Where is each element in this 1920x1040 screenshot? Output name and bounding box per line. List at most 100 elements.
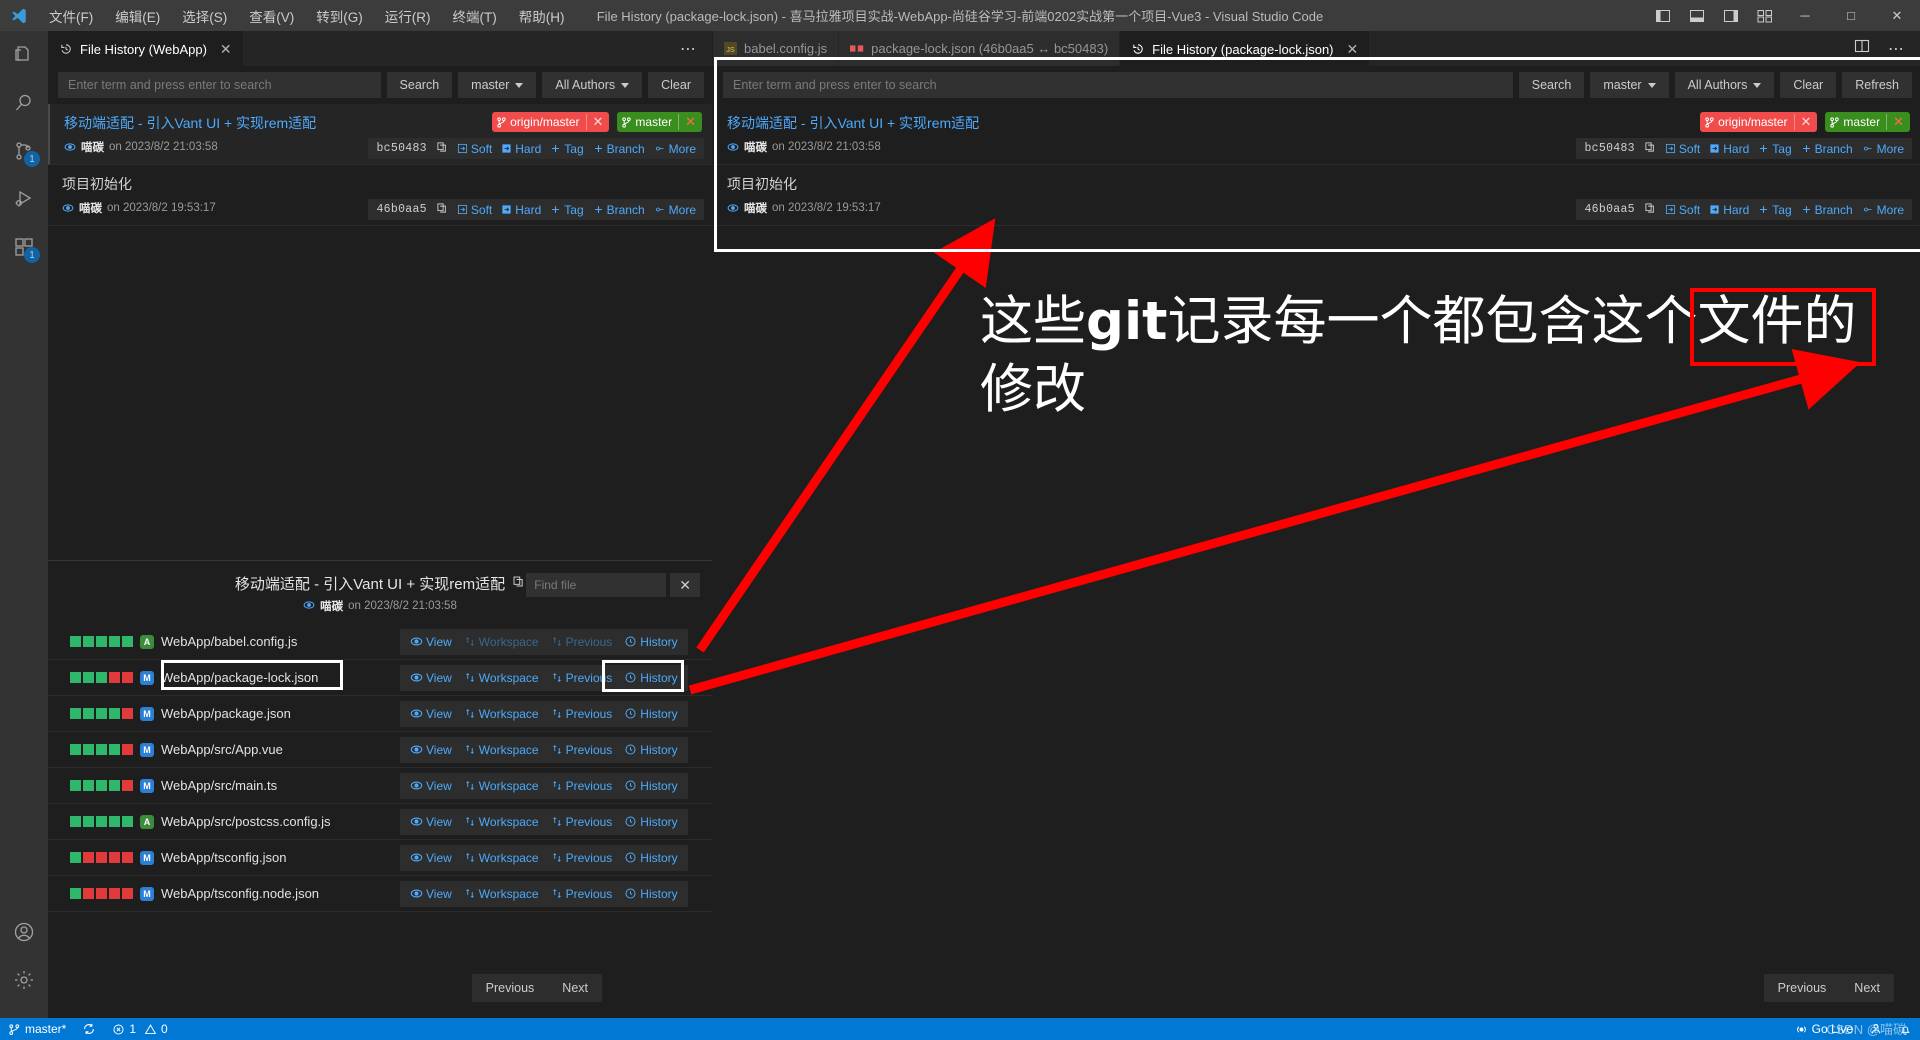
workspace-button[interactable]: Workspace — [464, 851, 539, 865]
tab-close-icon[interactable]: ✕ — [220, 41, 232, 58]
refresh-button[interactable]: Refresh — [1842, 72, 1912, 98]
commit-row[interactable]: 项目初始化 喵碳 on 2023/8/2 19:53:17 46b0aa5 So… — [713, 165, 1920, 226]
status-sync[interactable] — [74, 1018, 104, 1040]
file-row[interactable]: A WebApp/src/postcss.config.js View Workspa… — [48, 804, 712, 840]
menu-file[interactable]: 文件(F) — [38, 3, 104, 29]
add-tag-button[interactable]: Tag — [1758, 142, 1792, 156]
menu-view[interactable]: 查看(V) — [238, 3, 305, 29]
previous-button[interactable]: Previous — [551, 635, 612, 649]
add-branch-button[interactable]: Branch — [593, 203, 645, 217]
toggle-secondary-sidebar-icon[interactable] — [1714, 0, 1748, 31]
menu-terminal[interactable]: 终端(T) — [442, 3, 508, 29]
previous-button[interactable]: Previous — [1764, 974, 1841, 1002]
more-actions-button[interactable]: More — [654, 203, 696, 217]
add-tag-button[interactable]: Tag — [550, 142, 584, 156]
file-row[interactable]: M WebApp/package.json View Workspace Previou… — [48, 696, 712, 732]
previous-button[interactable]: Previous — [551, 779, 612, 793]
ref-badge-remote[interactable]: origin/master ✕ — [1700, 112, 1818, 132]
next-button[interactable]: Next — [548, 974, 602, 1002]
tab-overflow-icon[interactable]: ⋯ — [672, 39, 704, 59]
history-button[interactable]: History — [624, 671, 678, 685]
toggle-primary-sidebar-icon[interactable] — [1646, 0, 1680, 31]
add-branch-button[interactable]: Branch — [1801, 203, 1853, 217]
hard-reset-button[interactable]: Hard — [1709, 142, 1749, 156]
soft-reset-button[interactable]: Soft — [457, 142, 492, 156]
history-button[interactable]: History — [624, 851, 678, 865]
clear-button[interactable]: Clear — [648, 72, 704, 98]
file-row[interactable]: M WebApp/tsconfig.json View Workspace Previo… — [48, 840, 712, 876]
ref-close-icon[interactable]: ✕ — [1886, 114, 1910, 130]
ref-close-icon[interactable]: ✕ — [1793, 114, 1818, 130]
file-row[interactable]: M WebApp/src/main.ts View Workspace Previous… — [48, 768, 712, 804]
status-feedback-icon[interactable] — [1861, 1018, 1891, 1040]
customize-layout-icon[interactable] — [1748, 0, 1782, 31]
more-actions-button[interactable]: More — [654, 142, 696, 156]
view-button[interactable]: View — [410, 779, 452, 793]
editor-more-actions-icon[interactable]: ⋯ — [1880, 39, 1912, 59]
account-icon[interactable] — [0, 908, 48, 956]
find-file-input[interactable] — [526, 573, 667, 597]
previous-button[interactable]: Previous — [551, 851, 612, 865]
add-tag-button[interactable]: Tag — [550, 203, 584, 217]
status-problems[interactable]: 1 0 — [104, 1018, 175, 1040]
history-button[interactable]: History — [624, 707, 678, 721]
ref-close-icon[interactable]: ✕ — [678, 114, 702, 130]
previous-button[interactable]: Previous — [551, 887, 612, 901]
commit-row[interactable]: 移动端适配 - 引入Vant UI + 实现rem适配 喵碳 on 2023/8… — [48, 104, 712, 165]
view-button[interactable]: View — [410, 851, 452, 865]
commit-row[interactable]: 移动端适配 - 引入Vant UI + 实现rem适配 喵碳 on 2023/8… — [713, 104, 1920, 165]
view-button[interactable]: View — [410, 671, 452, 685]
window-controls[interactable]: ─ □ ✕ — [1646, 0, 1920, 31]
author-selector-button[interactable]: All Authors — [1674, 72, 1775, 98]
copy-hash-icon[interactable] — [436, 140, 448, 158]
history-button[interactable]: History — [624, 815, 678, 829]
menu-edit[interactable]: 编辑(E) — [104, 3, 171, 29]
workspace-button[interactable]: Workspace — [464, 671, 539, 685]
view-button[interactable]: View — [410, 815, 452, 829]
sidebar-item-explorer[interactable] — [0, 31, 48, 79]
hard-reset-button[interactable]: Hard — [501, 203, 541, 217]
author-selector-button[interactable]: All Authors — [542, 72, 643, 98]
add-branch-button[interactable]: Branch — [593, 142, 645, 156]
toggle-panel-icon[interactable] — [1680, 0, 1714, 31]
copy-hash-icon[interactable] — [436, 201, 448, 219]
view-button[interactable]: View — [410, 887, 452, 901]
menu-selection[interactable]: 选择(S) — [171, 3, 238, 29]
sidebar-item-search[interactable] — [0, 79, 48, 127]
find-clear-icon[interactable]: ✕ — [670, 573, 700, 597]
menu-run[interactable]: 运行(R) — [374, 3, 442, 29]
ref-badge-remote[interactable]: origin/master ✕ — [492, 112, 610, 132]
more-actions-button[interactable]: More — [1862, 142, 1904, 156]
workspace-button[interactable]: Workspace — [464, 707, 539, 721]
hard-reset-button[interactable]: Hard — [501, 142, 541, 156]
view-button[interactable]: View — [410, 635, 452, 649]
menu-bar[interactable]: 文件(F) 编辑(E) 选择(S) 查看(V) 转到(G) 运行(R) 终端(T… — [38, 3, 576, 29]
soft-reset-button[interactable]: Soft — [457, 203, 492, 217]
status-branch[interactable]: master* — [0, 1018, 74, 1040]
history-button[interactable]: History — [624, 743, 678, 757]
soft-reset-button[interactable]: Soft — [1665, 142, 1700, 156]
workspace-button[interactable]: Workspace — [464, 779, 539, 793]
hard-reset-button[interactable]: Hard — [1709, 203, 1749, 217]
bell-icon[interactable] — [1891, 1018, 1920, 1040]
copy-hash-icon[interactable] — [1644, 140, 1656, 158]
ref-close-icon[interactable]: ✕ — [585, 114, 610, 130]
previous-button[interactable]: Previous — [551, 743, 612, 757]
file-row[interactable]: M WebApp/src/App.vue View Workspace Previous… — [48, 732, 712, 768]
add-tag-button[interactable]: Tag — [1758, 203, 1792, 217]
copy-hash-icon[interactable] — [1644, 201, 1656, 219]
sidebar-item-run-and-debug[interactable] — [0, 175, 48, 223]
tab-package-lock-diff[interactable]: package-lock.json (46b0aa5 ↔ bc50483) — [839, 31, 1121, 66]
file-row[interactable]: M WebApp/tsconfig.node.json View Workspace P… — [48, 876, 712, 912]
tab-file-history-package-lock[interactable]: File History (package-lock.json) ✕ — [1120, 31, 1371, 66]
history-button[interactable]: History — [624, 887, 678, 901]
status-go-live[interactable]: Go Live — [1787, 1018, 1861, 1040]
menu-go[interactable]: 转到(G) — [305, 3, 374, 29]
more-actions-button[interactable]: More — [1862, 203, 1904, 217]
previous-button[interactable]: Previous — [551, 815, 612, 829]
next-button[interactable]: Next — [1840, 974, 1894, 1002]
workspace-button[interactable]: Workspace — [464, 743, 539, 757]
sidebar-item-source-control[interactable]: 1 — [0, 127, 48, 175]
commit-row[interactable]: 项目初始化 喵碳 on 2023/8/2 19:53:17 46b0aa5 So… — [48, 165, 712, 226]
add-branch-button[interactable]: Branch — [1801, 142, 1853, 156]
